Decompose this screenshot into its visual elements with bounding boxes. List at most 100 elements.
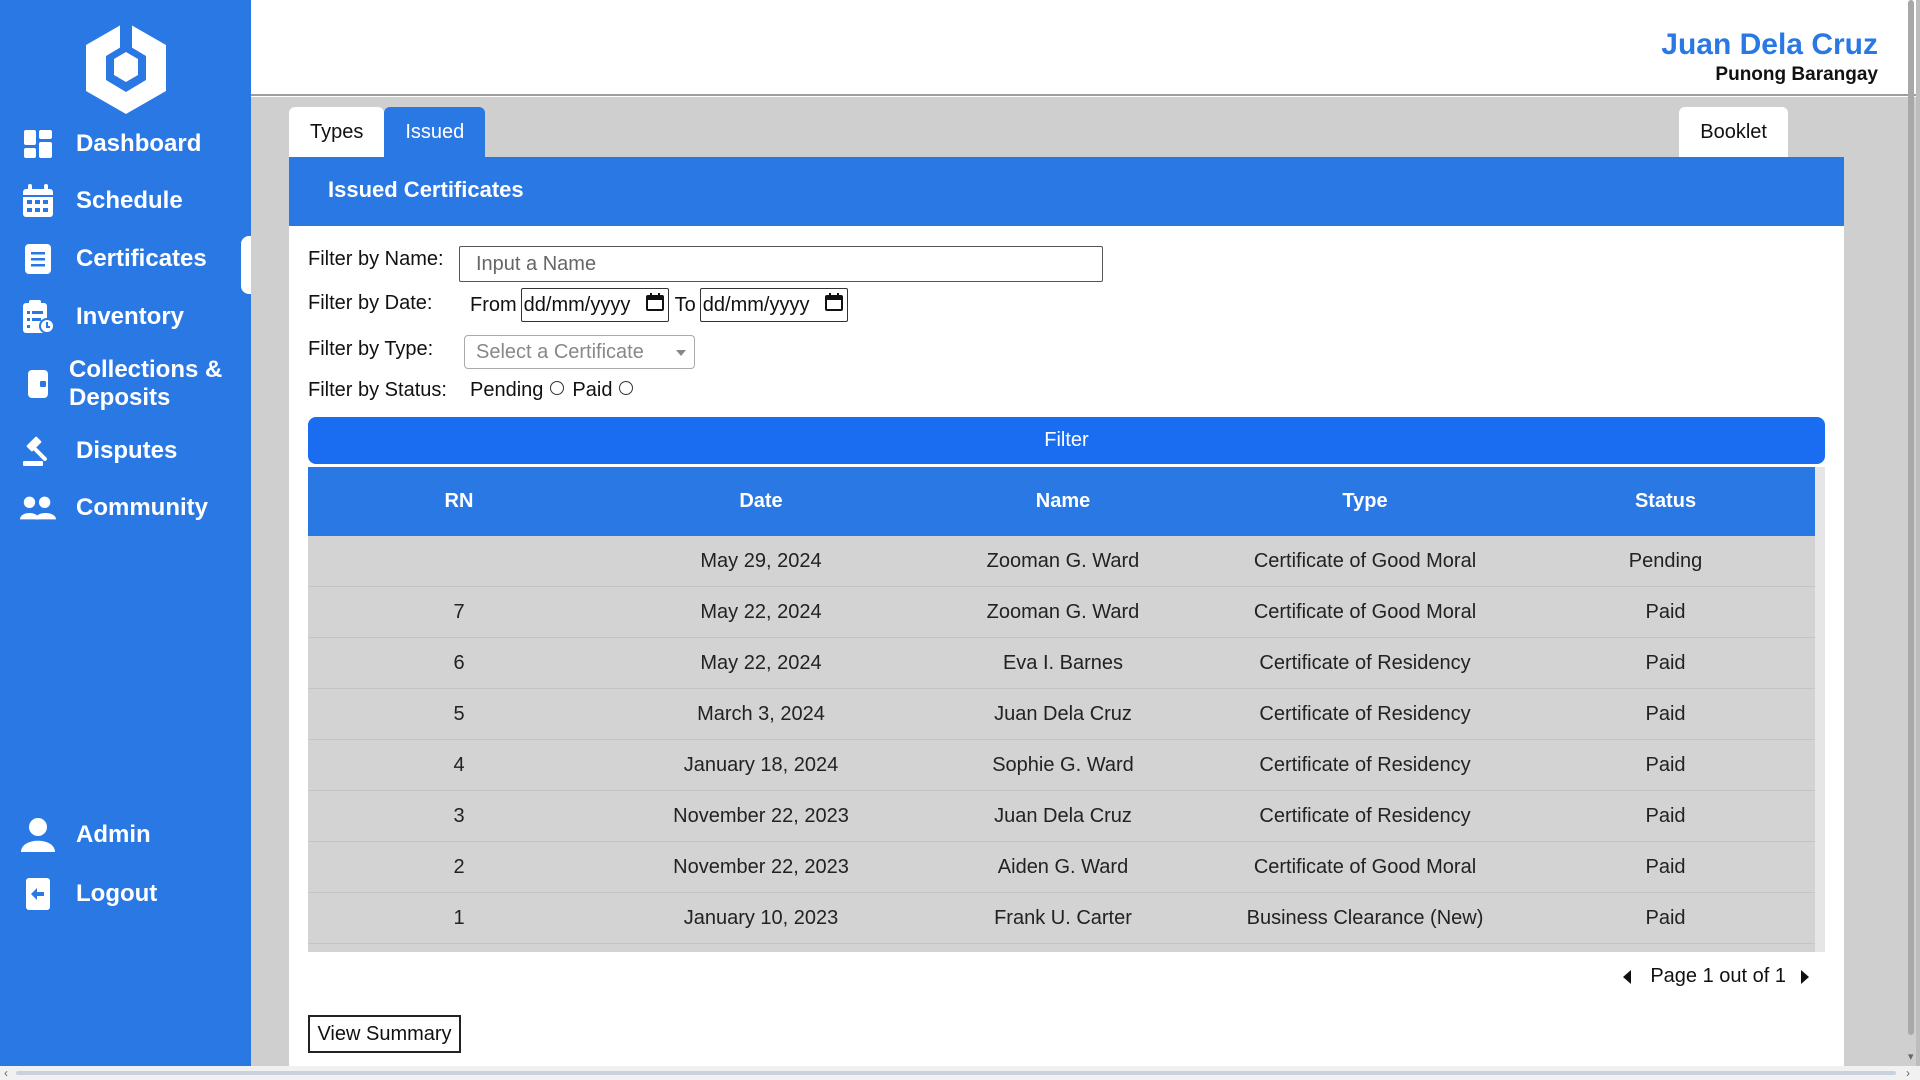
sidebar-item-certificates[interactable]: Certificates — [0, 236, 251, 294]
panel-title: Issued Certificates — [289, 157, 1844, 226]
scroll-down-arrow-icon[interactable]: ▾ — [1908, 1050, 1914, 1063]
cell-name: Aiden G. Ward — [997, 856, 1129, 878]
status-filter-row: Pending Paid — [470, 379, 641, 402]
table-row[interactable]: 7 May 22, 2024 Zooman G. Ward Certificat… — [308, 587, 1815, 638]
sidebar-item-dashboard[interactable]: Dashboard — [0, 127, 251, 161]
cell-date: January 10, 2023 — [683, 907, 839, 929]
paid-radio[interactable] — [619, 380, 634, 395]
view-summary-button[interactable]: View Summary — [308, 1015, 461, 1053]
cell-rn: 3 — [453, 805, 465, 827]
sidebar-item-label: Admin — [76, 821, 151, 848]
cell-status: Pending — [1628, 550, 1703, 572]
page-vertical-scrollbar-track[interactable] — [1916, 0, 1920, 1066]
cell-status: Paid — [1645, 754, 1686, 776]
table-row[interactable]: 1 January 10, 2023 Frank U. Carter Busin… — [308, 893, 1815, 944]
sidebar-item-inventory[interactable]: Inventory — [0, 300, 251, 334]
table-row[interactable]: 3 November 22, 2023 Juan Dela Cruz Certi… — [308, 791, 1815, 842]
sidebar-item-admin[interactable]: Admin — [0, 816, 251, 854]
cell-name: Frank U. Carter — [994, 907, 1132, 929]
cell-name: Juan Dela Cruz — [994, 703, 1132, 725]
from-date-input[interactable]: dd/mm/yyyy — [520, 288, 669, 322]
issued-certificates-panel: Issued Certificates Filter by Name: Filt… — [289, 157, 1844, 1066]
table-scrollbar[interactable] — [1815, 467, 1825, 952]
sidebar-item-schedule[interactable]: Schedule — [0, 184, 251, 218]
prev-page-icon[interactable] — [1620, 969, 1634, 985]
cell-date: November 22, 2023 — [673, 856, 849, 878]
filter-button[interactable]: Filter — [308, 417, 1825, 464]
sidebar-item-disputes[interactable]: Disputes — [0, 434, 251, 468]
cell-type: Certificate of Good Moral — [1253, 550, 1477, 572]
page-indicator: Page 1 out of 1 — [1650, 965, 1786, 987]
date-range-row: From dd/mm/yyyy To dd/mm/yyyy — [470, 288, 854, 322]
page-horizontal-scrollbar-thumb[interactable] — [16, 1071, 1896, 1075]
to-label: To — [674, 293, 696, 316]
table-body: May 29, 2024 Zooman G. Ward Certificate … — [308, 536, 1815, 944]
user-name[interactable]: Juan Dela Cruz — [1661, 28, 1878, 62]
column-header-status[interactable]: Status — [1516, 467, 1815, 536]
sidebar-item-label: Community — [76, 494, 208, 521]
sidebar: Dashboard Schedule Certificates Inventor… — [0, 0, 251, 1066]
tab-types[interactable]: Types — [289, 107, 385, 157]
page-vertical-scrollbar-thumb[interactable] — [1908, 0, 1914, 1035]
table-header: RN Date Name Type Status — [308, 467, 1815, 536]
pending-radio[interactable] — [550, 380, 565, 395]
user-icon — [20, 817, 56, 853]
certificate-type-select[interactable]: Select a Certificate — [464, 335, 695, 369]
column-header-name[interactable]: Name — [912, 467, 1214, 536]
cell-type: Certificate of Residency — [1259, 652, 1471, 674]
table-row[interactable]: 5 March 3, 2024 Juan Dela Cruz Certifica… — [308, 689, 1815, 740]
column-header-date[interactable]: Date — [610, 467, 912, 536]
cell-type: Certificate of Good Moral — [1253, 856, 1477, 878]
table-row[interactable]: 4 January 18, 2024 Sophie G. Ward Certif… — [308, 740, 1815, 791]
pagination: Page 1 out of 1 — [1620, 965, 1812, 988]
sidebar-item-logout[interactable]: Logout — [0, 876, 251, 912]
chevron-down-icon — [676, 350, 686, 356]
cell-name: Eva I. Barnes — [1002, 652, 1124, 674]
cell-rn: 7 — [453, 601, 465, 623]
document-icon — [20, 241, 56, 277]
calendar-icon[interactable] — [824, 293, 843, 317]
sidebar-item-label: Certificates — [76, 245, 207, 272]
top-header: Juan Dela Cruz Punong Barangay — [251, 0, 1916, 96]
sidebar-item-label: Collections & — [69, 356, 223, 383]
cell-name: Juan Dela Cruz — [994, 805, 1132, 827]
filter-name-label: Filter by Name: — [308, 248, 444, 270]
sidebar-item-collections-deposits[interactable]: Collections & Deposits — [0, 356, 251, 412]
to-date-value: dd/mm/yyyy — [702, 293, 810, 316]
column-header-type[interactable]: Type — [1214, 467, 1516, 536]
cell-date: November 22, 2023 — [673, 805, 849, 827]
cell-date: May 22, 2024 — [700, 652, 822, 674]
to-date-input[interactable]: dd/mm/yyyy — [699, 288, 848, 322]
table-row[interactable]: May 29, 2024 Zooman G. Ward Certificate … — [308, 536, 1815, 587]
filter-status-label: Filter by Status: — [308, 379, 447, 401]
sidebar-item-community[interactable]: Community — [0, 491, 251, 525]
calendar-icon[interactable] — [645, 293, 664, 317]
sidebar-item-label: Inventory — [76, 303, 185, 330]
certificates-table: RN Date Name Type Status May 29, 2024 Zo… — [308, 467, 1825, 952]
cell-status: Paid — [1645, 805, 1686, 827]
from-label: From — [470, 293, 517, 316]
cell-status: Paid — [1645, 652, 1686, 674]
cell-name: Zooman G. Ward — [986, 550, 1140, 572]
table-row[interactable]: 2 November 22, 2023 Aiden G. Ward Certif… — [308, 842, 1815, 893]
select-placeholder: Select a Certificate — [476, 341, 644, 363]
wallet-icon — [20, 366, 56, 402]
cell-date: January 18, 2024 — [683, 754, 839, 776]
table-row[interactable]: 6 May 22, 2024 Eva I. Barnes Certificate… — [308, 638, 1815, 689]
scroll-right-arrow-icon[interactable]: › — [1906, 1066, 1910, 1080]
from-date-value: dd/mm/yyyy — [523, 293, 631, 316]
cell-status: Paid — [1645, 856, 1686, 878]
cell-status: Paid — [1645, 601, 1686, 623]
cell-name: Sophie G. Ward — [992, 754, 1134, 776]
column-header-rn[interactable]: RN — [308, 467, 610, 536]
hexagon-logo-icon — [80, 18, 172, 116]
scroll-left-arrow-icon[interactable]: ‹ — [4, 1066, 8, 1080]
next-page-icon[interactable] — [1798, 969, 1812, 985]
cell-date: May 22, 2024 — [700, 601, 822, 623]
cell-type: Certificate of Good Moral — [1253, 601, 1477, 623]
tab-booklet[interactable]: Booklet — [1679, 107, 1788, 157]
name-filter-input[interactable] — [459, 246, 1103, 282]
main-content: Types Issued Booklet Issued Certificates… — [251, 97, 1916, 1066]
cell-type: Certificate of Residency — [1259, 754, 1471, 776]
tab-issued[interactable]: Issued — [384, 107, 486, 157]
